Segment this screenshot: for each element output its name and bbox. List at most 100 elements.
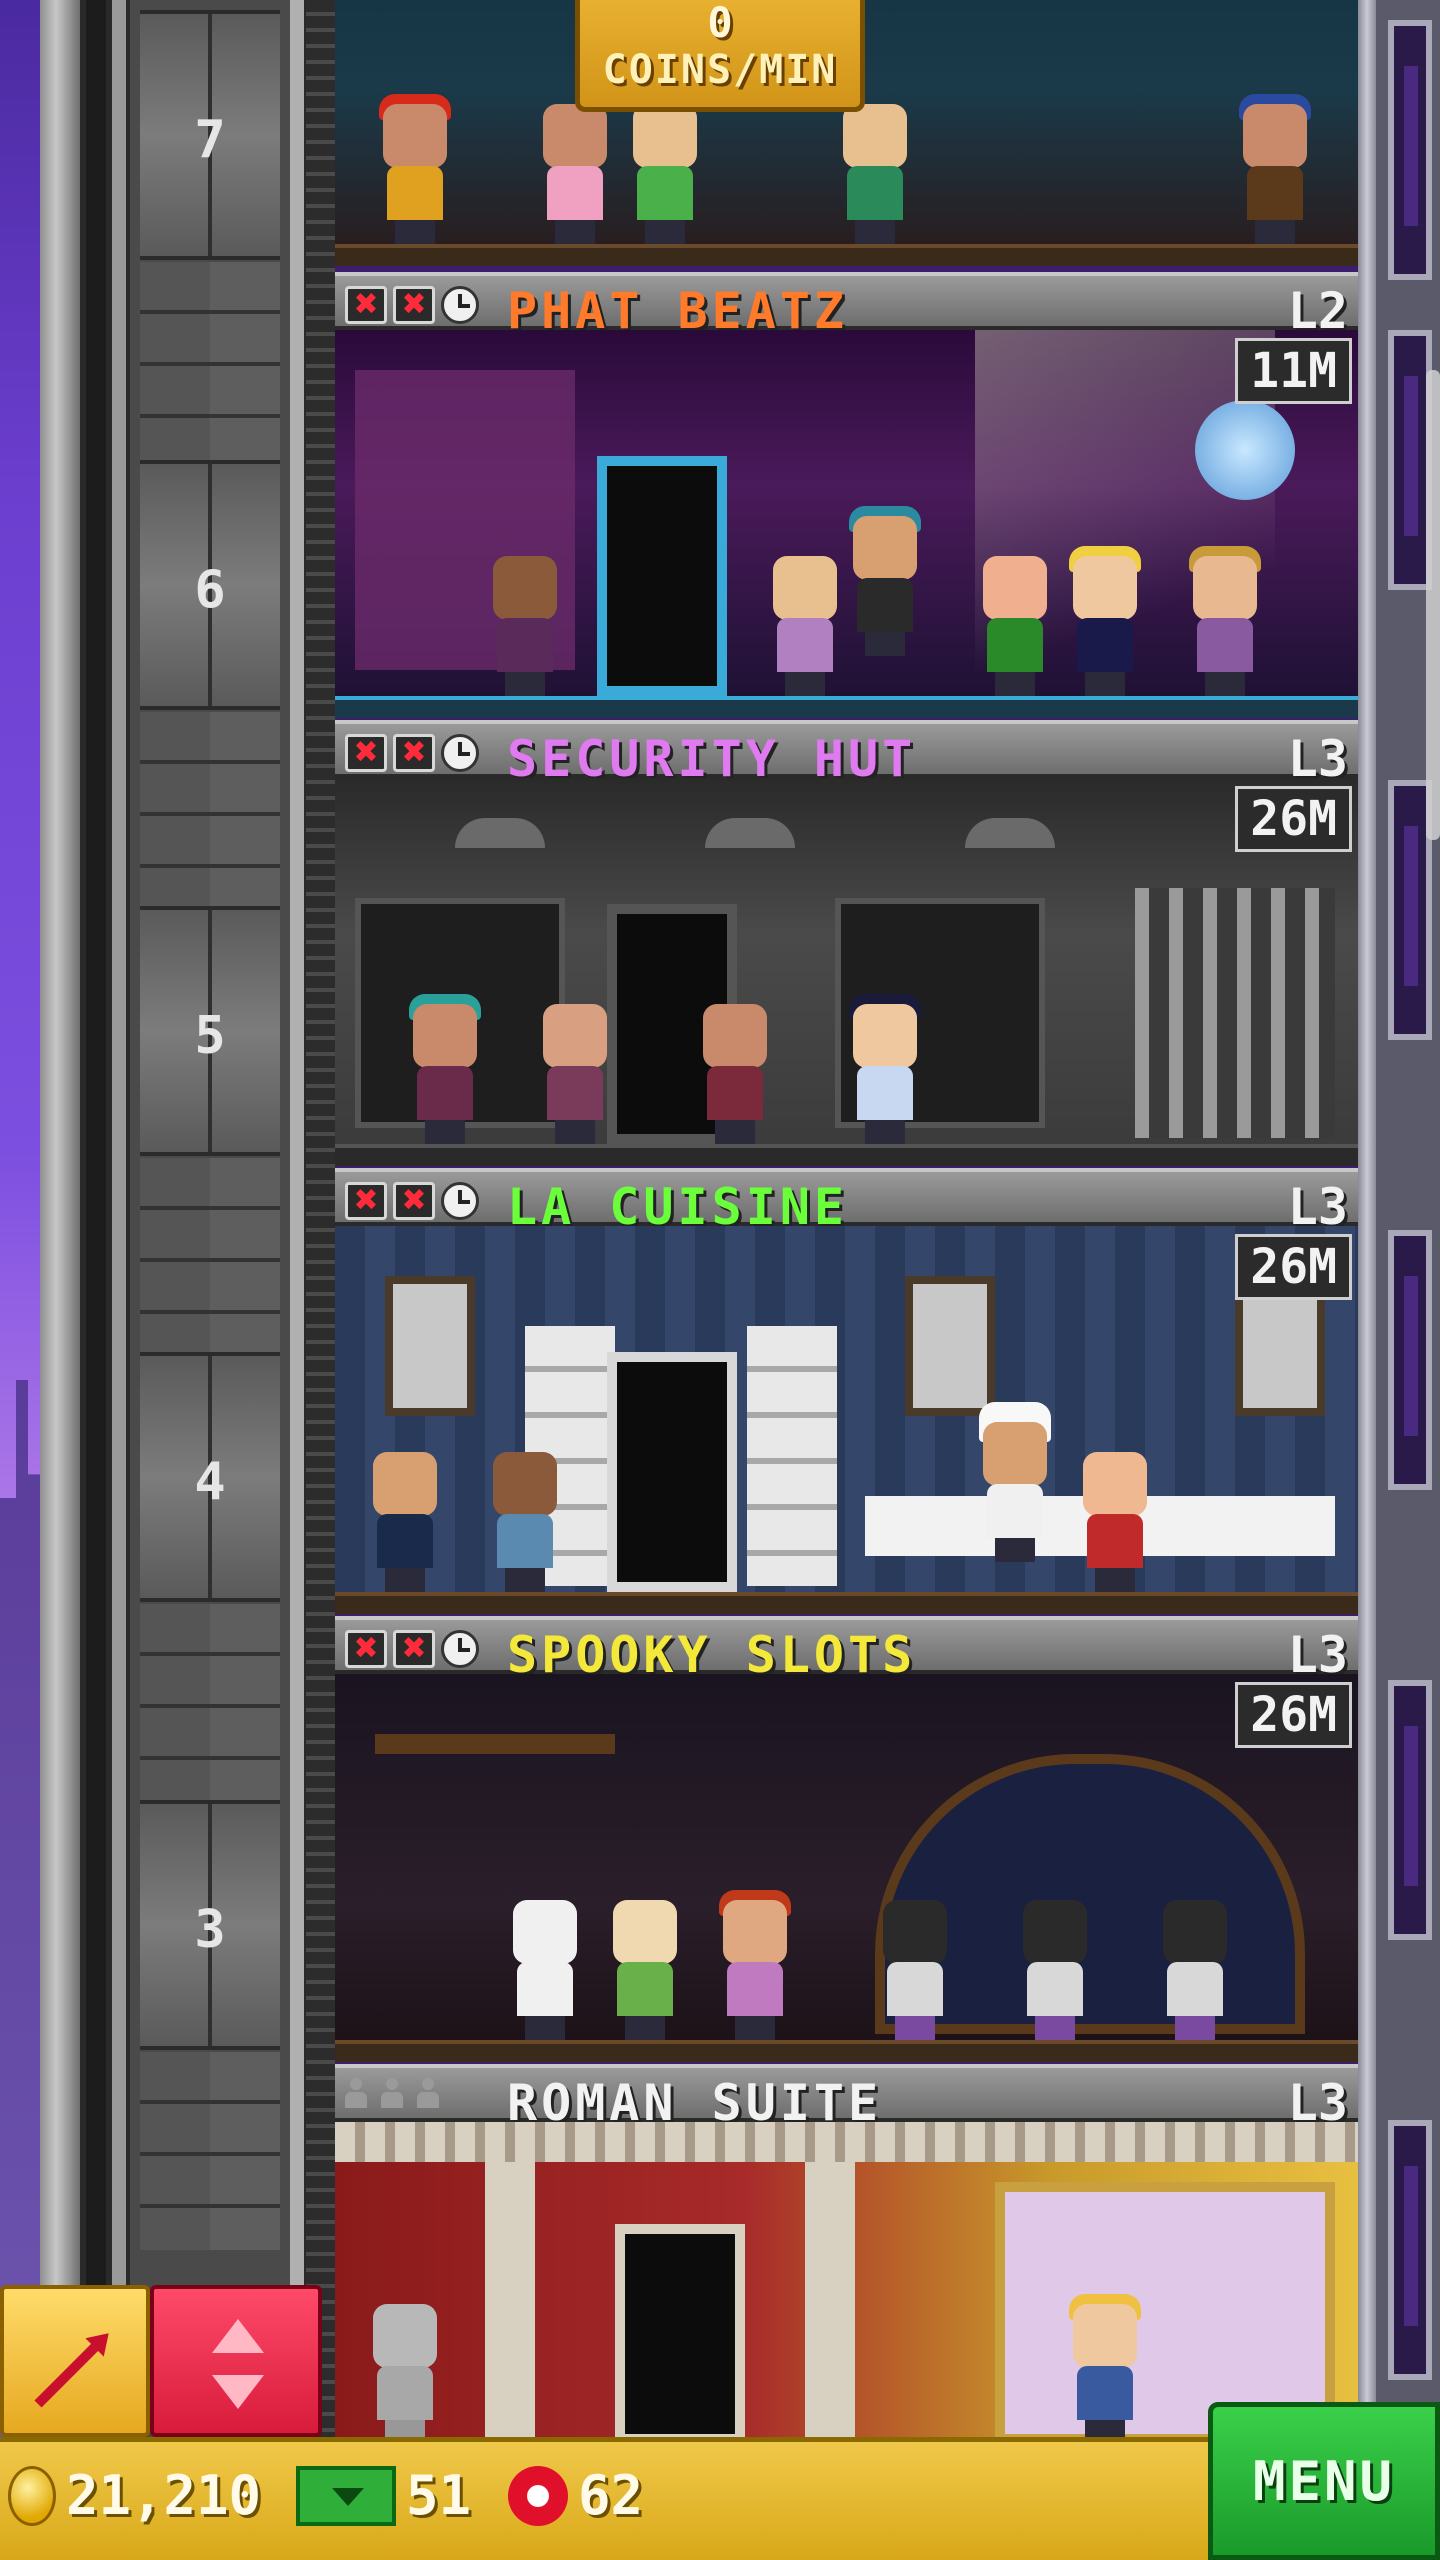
floor-marker-6: 6 <box>140 460 280 710</box>
floor-ground <box>335 1144 1358 1166</box>
resident-sprite[interactable] <box>535 104 615 244</box>
dj-sprite[interactable] <box>845 506 925 696</box>
floor-ground <box>335 1592 1358 1614</box>
french-window <box>747 1326 837 1586</box>
resident-sprite[interactable] <box>1065 2294 1145 2444</box>
chef-sprite[interactable] <box>975 1402 1055 1592</box>
roman-column <box>805 2162 855 2444</box>
shaft-bricks <box>140 262 280 460</box>
coins-stat[interactable]: 21,210 <box>8 2464 261 2527</box>
floor-spooky-slots[interactable]: ✖ ✖ SPOOKY SLOTS L3 26M <box>335 1616 1358 2062</box>
coins-per-minute-banner[interactable]: 0 COINS/MIN <box>575 0 865 112</box>
resident-sprite[interactable] <box>375 94 455 244</box>
restock-timer[interactable]: 11M <box>1235 338 1352 404</box>
ceiling-lamp <box>455 818 545 848</box>
person-icon <box>381 2078 403 2108</box>
disco-ball <box>1195 400 1295 500</box>
floor-roman-suite[interactable]: ROMAN SUITE L3 <box>335 2064 1358 2444</box>
arrow-up-icon <box>212 2319 264 2353</box>
floor-phat-beatz[interactable]: ✖ ✖ PHAT BEATZ L2 11M <box>335 272 1358 718</box>
coins-per-minute-value: 0 <box>707 0 733 47</box>
floor-number: 3 <box>194 1900 226 1960</box>
elevator-button[interactable] <box>150 2285 322 2437</box>
resident-sprite[interactable] <box>1075 1452 1155 1592</box>
tower-window <box>1388 1680 1432 1940</box>
floor-scene <box>335 2122 1358 2444</box>
resident-sprite[interactable] <box>1065 546 1145 696</box>
resident-sprite[interactable] <box>605 1900 685 2040</box>
tower-window <box>1388 20 1432 280</box>
resident-sprite[interactable] <box>835 104 915 244</box>
room-door[interactable] <box>597 456 727 696</box>
statue-sprite[interactable] <box>365 2304 445 2444</box>
floor-header: ROMAN SUITE L3 <box>335 2064 1358 2132</box>
restock-timer[interactable]: 26M <box>1235 1234 1352 1300</box>
golden-ticket-icon <box>508 2465 568 2526</box>
room-door[interactable] <box>615 2224 745 2444</box>
floor-number: 5 <box>194 1006 226 1066</box>
elevator-shaft[interactable]: 7 6 5 4 3 <box>40 0 335 2560</box>
shaft-rail <box>86 0 106 2560</box>
out-of-stock-icon: ✖ <box>393 734 435 772</box>
resident-sprite[interactable] <box>765 556 845 696</box>
arrow-down-icon <box>212 2375 264 2409</box>
floor-residents-status <box>345 2078 447 2108</box>
roman-column <box>485 2162 535 2444</box>
resident-sprite[interactable] <box>625 104 705 244</box>
floor-header: ✖ ✖ SECURITY HUT L3 <box>335 720 1358 788</box>
shaft-rail <box>112 0 126 2560</box>
ceiling-lamp <box>705 818 795 848</box>
slot-machine[interactable] <box>875 1900 955 2040</box>
coins-per-minute-label: COINS/MIN <box>602 47 838 93</box>
clock-icon <box>441 1182 479 1220</box>
resident-sprite[interactable] <box>405 994 485 1144</box>
scrollbar-thumb[interactable] <box>1426 370 1440 840</box>
tower-exterior <box>1358 0 1440 2560</box>
slot-machine[interactable] <box>1015 1900 1095 2040</box>
menu-button[interactable]: MENU <box>1208 2402 1440 2560</box>
resident-sprite[interactable] <box>535 1004 615 1144</box>
resident-sprite[interactable] <box>1185 546 1265 696</box>
bux-stat[interactable]: 51 <box>296 2464 471 2527</box>
gems-stat[interactable]: 62 <box>508 2464 643 2527</box>
resident-sprite[interactable] <box>695 1004 775 1144</box>
floor-number: 6 <box>194 560 226 620</box>
floor-number: 4 <box>194 1452 226 1512</box>
floor-security-hut[interactable]: ✖ ✖ SECURITY HUT L3 26M <box>335 720 1358 1166</box>
resident-sprite[interactable] <box>485 556 565 696</box>
coins-value: 21,210 <box>66 2464 262 2527</box>
resident-sprite[interactable] <box>505 1900 585 2040</box>
out-of-stock-icon: ✖ <box>393 1182 435 1220</box>
resident-sprite[interactable] <box>365 1452 445 1592</box>
floor-la-cuisine[interactable]: ✖ ✖ LA CUISINE L3 26M <box>335 1168 1358 1614</box>
floor-scene: 26M <box>335 778 1358 1166</box>
rocket-button[interactable] <box>0 2285 150 2437</box>
tower-window <box>1388 1230 1432 1490</box>
room-door[interactable] <box>607 1352 737 1592</box>
ceiling-lamp <box>965 818 1055 848</box>
rocket-icon <box>34 2336 106 2408</box>
bux-value: 51 <box>406 2464 472 2527</box>
resident-sprite[interactable] <box>1235 94 1315 244</box>
restock-timer[interactable]: 26M <box>1235 1682 1352 1748</box>
floor-marker-4: 4 <box>140 1352 280 1602</box>
tower-window <box>1388 2120 1432 2380</box>
slot-machine[interactable] <box>1155 1900 1235 2040</box>
floor-stock-status: ✖ ✖ <box>345 1630 479 1668</box>
shaft-bricks <box>140 1604 280 1802</box>
guard-sprite[interactable] <box>845 994 925 1144</box>
resident-sprite[interactable] <box>715 1890 795 2040</box>
restock-timer[interactable]: 26M <box>1235 786 1352 852</box>
shaft-cable <box>306 0 335 2560</box>
resident-sprite[interactable] <box>485 1452 565 1592</box>
bux-icon <box>296 2465 396 2526</box>
out-of-stock-icon: ✖ <box>393 286 435 324</box>
resident-sprite[interactable] <box>975 556 1055 696</box>
shaft-rail <box>290 0 304 2560</box>
floor-marker-7: 7 <box>140 10 280 260</box>
floor-header: ✖ ✖ LA CUISINE L3 <box>335 1168 1358 1236</box>
chandelier <box>375 1734 615 1754</box>
wall-painting <box>385 1276 475 1416</box>
wall-painting <box>905 1276 995 1416</box>
roman-frieze <box>335 2122 1358 2162</box>
